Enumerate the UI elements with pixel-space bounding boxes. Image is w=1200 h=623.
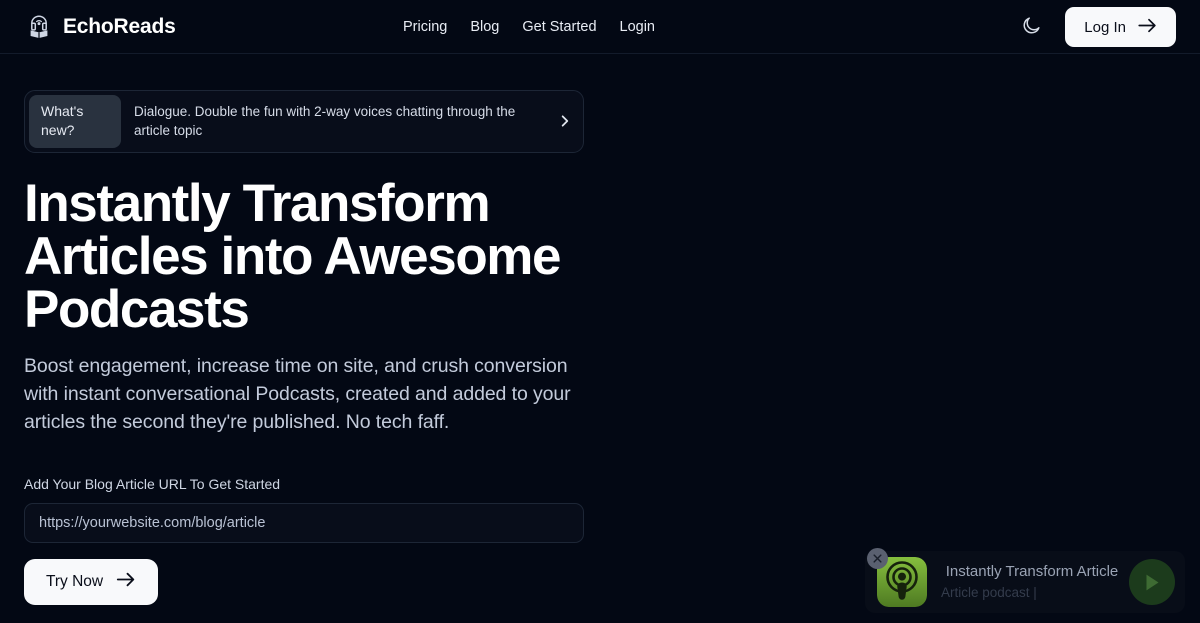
nav-item-get-started[interactable]: Get Started [522, 19, 619, 35]
try-now-button[interactable]: Try Now [24, 558, 159, 605]
whats-new-badge: What's new? [29, 95, 121, 148]
nav-item-login[interactable]: Login [620, 19, 655, 35]
podcast-player-widget[interactable]: Instantly Transform Article Article podc… [865, 548, 1185, 613]
login-button-label: Log In [1084, 18, 1126, 36]
try-now-label: Try Now [46, 572, 104, 590]
player-metadata: Instantly Transform Article Article podc… [941, 562, 1123, 601]
moon-icon [1021, 15, 1042, 39]
brand-name: EchoReads [63, 15, 176, 38]
podcast-book-icon [26, 14, 52, 40]
nav-item-blog[interactable]: Blog [470, 19, 522, 35]
arrow-right-icon [1138, 18, 1157, 37]
login-button[interactable]: Log In [1065, 7, 1176, 47]
arrow-right-icon [116, 572, 136, 592]
whats-new-banner[interactable]: What's new? Dialogue. Double the fun wit… [24, 90, 584, 153]
page-title: Instantly Transform Articles into Awesom… [24, 173, 562, 339]
primary-nav: Pricing Blog Get Started Login [403, 0, 655, 54]
header-actions: Log In [1016, 0, 1176, 54]
nav-item-pricing[interactable]: Pricing [403, 19, 470, 35]
chevron-right-icon [558, 115, 571, 128]
play-icon[interactable] [1129, 559, 1175, 605]
blog-url-input[interactable] [24, 502, 584, 543]
theme-toggle-button[interactable] [1016, 12, 1046, 42]
hero-subheading: Boost engagement, increase time on site,… [24, 354, 571, 433]
whats-new-message: Dialogue. Double the fun with 2-way voic… [134, 103, 516, 139]
url-form-label: Add Your Blog Article URL To Get Started [24, 475, 281, 492]
hero-section: What's new? Dialogue. Double the fun wit… [24, 90, 644, 605]
close-icon[interactable] [867, 548, 888, 569]
brand-logo-link[interactable]: EchoReads [26, 0, 176, 54]
player-episode-subtitle: Article podcast | [941, 584, 1037, 600]
site-header: EchoReads Pricing Blog Get Started Login… [0, 0, 1200, 54]
player-episode-title: Instantly Transform Article [945, 563, 1119, 581]
